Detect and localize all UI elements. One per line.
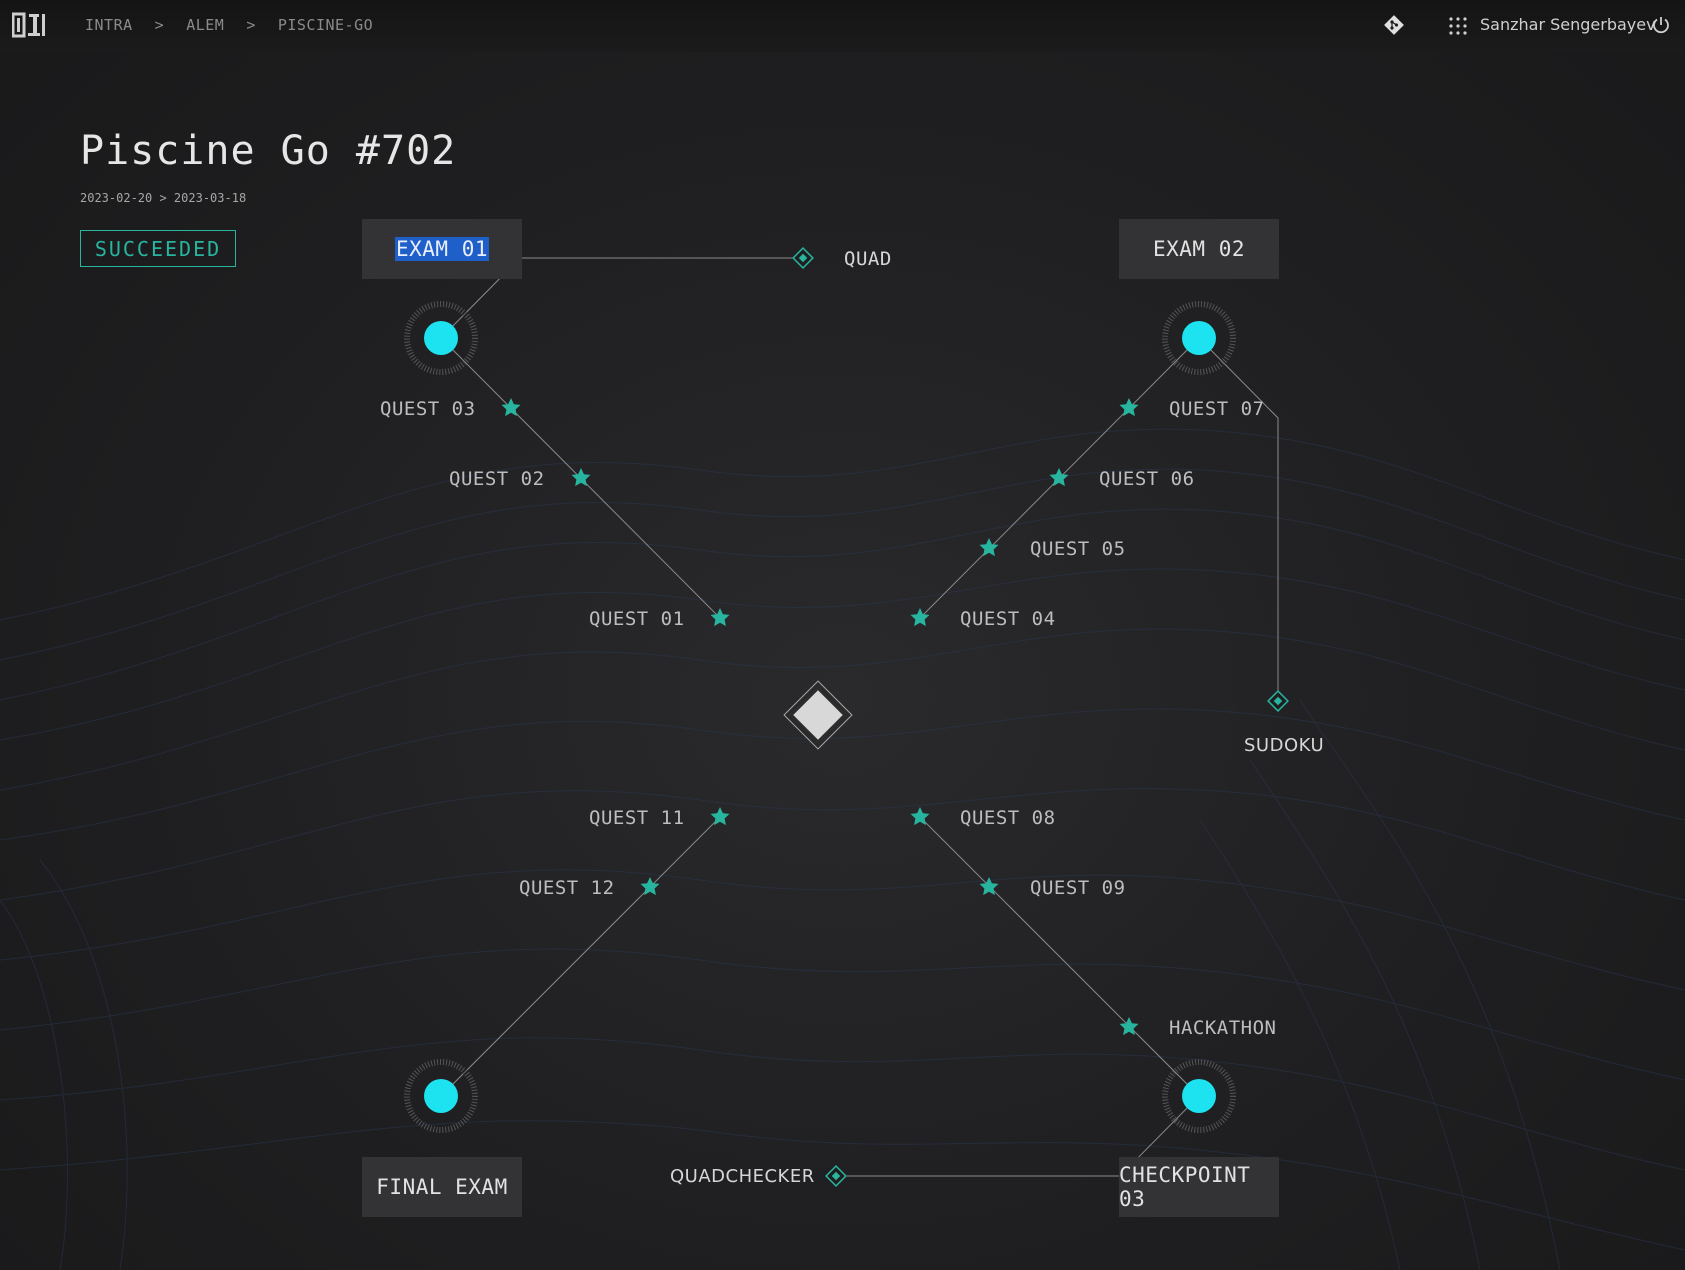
quest04-label[interactable]: QUEST 04: [960, 608, 1056, 630]
quadchecker-diamond-icon[interactable]: [825, 1165, 847, 1187]
quest03-label[interactable]: QUEST 03: [380, 398, 476, 420]
quest05-star-icon[interactable]: [979, 538, 999, 557]
quest03-star-icon[interactable]: [501, 398, 521, 417]
quest05-label[interactable]: QUEST 05: [1030, 538, 1126, 560]
quadchecker-label[interactable]: QUADCHECKER: [670, 1166, 815, 1187]
quest11-label[interactable]: QUEST 11: [589, 807, 685, 829]
quest09-label[interactable]: QUEST 09: [1030, 877, 1126, 899]
center-diamond-icon[interactable]: [783, 680, 853, 750]
quest12-label[interactable]: QUEST 12: [519, 877, 615, 899]
quest06-star-icon[interactable]: [1049, 468, 1069, 487]
exam02-box[interactable]: EXAM 02: [1119, 219, 1279, 279]
quest01-label[interactable]: QUEST 01: [589, 608, 685, 630]
checkpoint03-box[interactable]: CHECKPOINT 03: [1119, 1157, 1279, 1217]
sudoku-label[interactable]: SUDOKU: [1244, 735, 1324, 756]
quest07-label[interactable]: QUEST 07: [1169, 398, 1265, 420]
link-quest11-finalexam: [440, 816, 721, 1097]
final-exam-node[interactable]: [407, 1062, 475, 1130]
piscine-graph: [0, 247, 1289, 1187]
final-exam-box[interactable]: FINAL EXAM: [362, 1157, 522, 1217]
exam01-box[interactable]: EXAM 01: [362, 219, 522, 279]
quest08-label[interactable]: QUEST 08: [960, 807, 1056, 829]
exam01-label: EXAM 01: [394, 237, 489, 261]
quad-diamond-icon[interactable]: [792, 247, 814, 269]
quad-label[interactable]: QUAD: [844, 248, 892, 270]
quest02-label[interactable]: QUEST 02: [449, 468, 545, 490]
link-exam02-sudoku: [1198, 337, 1279, 700]
sudoku-diamond-icon[interactable]: [1267, 690, 1289, 712]
quest06-label[interactable]: QUEST 06: [1099, 468, 1195, 490]
quest11-star-icon[interactable]: [710, 807, 730, 826]
link-quest08-checkpoint03: [919, 816, 1200, 1097]
quest07-star-icon[interactable]: [1119, 398, 1139, 417]
quest02-star-icon[interactable]: [571, 468, 591, 487]
quest08-star-icon[interactable]: [910, 807, 930, 826]
hackathon-label[interactable]: HACKATHON: [1169, 1017, 1276, 1039]
